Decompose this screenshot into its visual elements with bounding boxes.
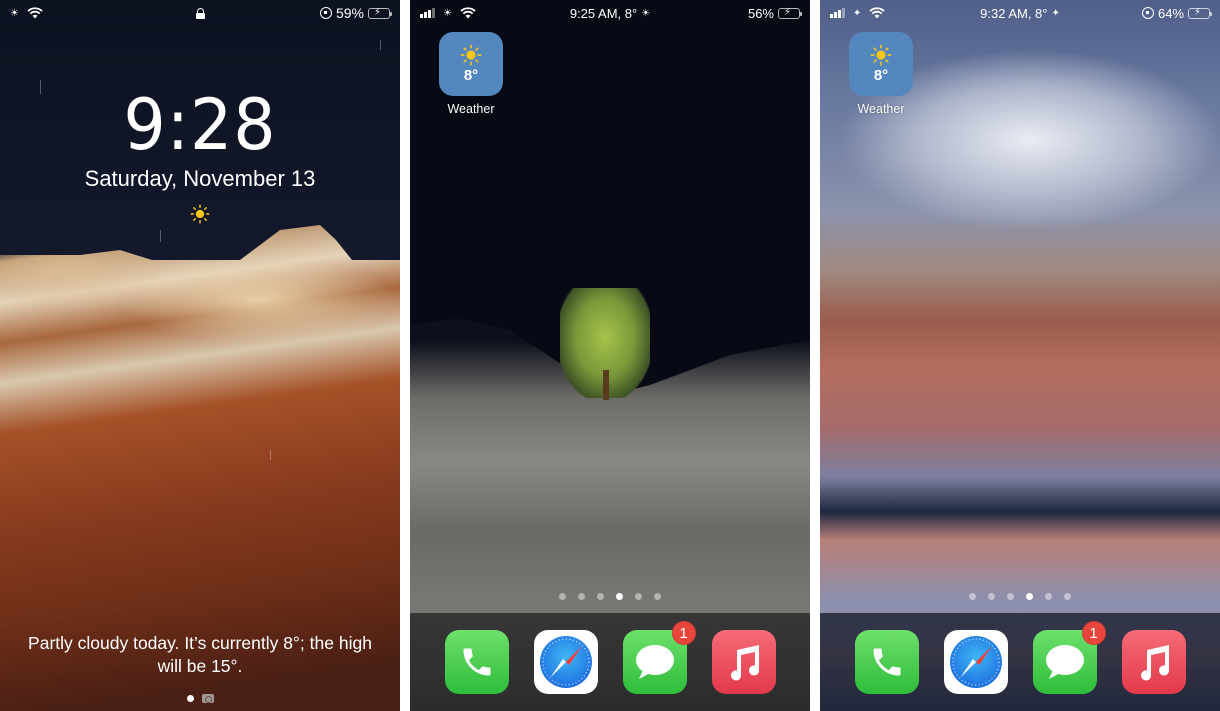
charging-bolt-icon: ⚡ — [374, 6, 382, 18]
page-dot[interactable] — [578, 593, 585, 600]
notification-badge: 1 — [671, 621, 696, 645]
page-dot[interactable] — [969, 593, 976, 600]
notification-badge: 1 — [1081, 621, 1106, 645]
page-dot[interactable] — [1045, 593, 1052, 600]
wallpaper-tree-trunk — [603, 370, 609, 400]
page-dot-active — [186, 695, 194, 702]
rain-streak — [270, 450, 271, 460]
page-dot-active[interactable] — [616, 593, 623, 600]
status-bar: ☀ 59% ⚡ — [0, 0, 400, 26]
weather-forecast: Partly cloudy today. It’s currently 8°; … — [28, 633, 372, 676]
sun-icon: ☀ — [641, 7, 651, 19]
music-note-icon — [1140, 645, 1169, 681]
charging-bolt-icon: ⚡ — [1194, 6, 1202, 18]
lock-date: Saturday, November 13 — [84, 166, 316, 191]
dock: 1 — [820, 613, 1220, 711]
page-dot[interactable] — [635, 593, 642, 600]
dock: 1 — [410, 613, 810, 711]
sun-icon — [190, 204, 210, 224]
page-dot[interactable] — [1064, 593, 1071, 600]
charging-bolt-icon: ⚡ — [784, 6, 792, 18]
lock-page-indicator — [0, 694, 400, 703]
music-app[interactable] — [1121, 630, 1186, 694]
phone-icon — [873, 648, 900, 676]
page-dot[interactable] — [988, 593, 995, 600]
compass-icon — [539, 636, 592, 688]
lock-clock: 9:28 — [123, 84, 277, 166]
safari-app[interactable] — [943, 630, 1008, 694]
chat-bubble-icon — [635, 645, 674, 679]
status-bar: ✦ 9:32 AM, 8° ✦ 64% ⚡ — [820, 0, 1220, 26]
rain-streak — [380, 40, 381, 50]
page-dot[interactable] — [1007, 593, 1014, 600]
battery-percent: 56% — [747, 5, 774, 21]
orientation-lock-icon — [319, 7, 332, 19]
lock-icon — [195, 7, 205, 19]
status-bar: ☀ 9:25 AM, 8° ☀ 56% ⚡ — [410, 0, 810, 26]
messages-app[interactable]: 1 — [1032, 621, 1106, 694]
page-dot[interactable] — [654, 593, 661, 600]
battery-icon: ⚡ — [778, 6, 802, 19]
sun-icon — [870, 44, 892, 66]
weather-app-icon[interactable]: 8° — [439, 32, 503, 96]
phone-app[interactable] — [444, 630, 509, 694]
weather-app[interactable]: 8° Weather — [849, 32, 913, 116]
phone-app[interactable] — [854, 630, 919, 694]
phone-icon — [463, 648, 490, 676]
status-time-weather: 9:25 AM, 8° — [569, 5, 638, 21]
weather-app-icon[interactable]: 8° — [849, 32, 913, 96]
page-indicator[interactable] — [410, 593, 810, 600]
music-note-icon — [730, 645, 759, 681]
page-dot-active[interactable] — [1026, 593, 1033, 600]
weather-app-label: Weather — [447, 102, 495, 116]
camera-icon[interactable] — [201, 694, 214, 703]
battery-percent: 64% — [1157, 5, 1184, 21]
rain-streak — [160, 230, 161, 242]
safari-app[interactable] — [533, 630, 598, 694]
weather-temp: 8° — [463, 67, 479, 84]
chat-bubble-icon — [1045, 645, 1084, 679]
home-screen-1: ☀ 9:25 AM, 8° ☀ 56% ⚡ 8° Weather 1 — [410, 0, 810, 711]
music-app[interactable] — [711, 630, 776, 694]
sun-icon — [460, 44, 482, 66]
battery-percent: 59% — [335, 5, 364, 21]
page-indicator[interactable] — [820, 593, 1220, 600]
compass-icon — [949, 636, 1002, 688]
status-time-weather: 9:32 AM, 8° — [980, 5, 1048, 21]
battery-icon: ⚡ — [368, 6, 392, 19]
weather-app-label: Weather — [857, 102, 905, 116]
lock-screen: ☀ 59% ⚡ 9:28 Saturday, November 13 Partl… — [0, 0, 400, 711]
messages-app[interactable]: 1 — [622, 621, 696, 694]
weather-app[interactable]: 8° Weather — [439, 32, 503, 116]
page-dot[interactable] — [559, 593, 566, 600]
weather-temp: 8° — [873, 67, 889, 84]
star-icon: ✦ — [1051, 7, 1060, 19]
orientation-lock-icon — [1141, 7, 1154, 19]
page-dot[interactable] — [597, 593, 604, 600]
battery-icon: ⚡ — [1188, 6, 1212, 19]
home-screen-2: ✦ 9:32 AM, 8° ✦ 64% ⚡ 8° Weather 1 — [820, 0, 1220, 711]
